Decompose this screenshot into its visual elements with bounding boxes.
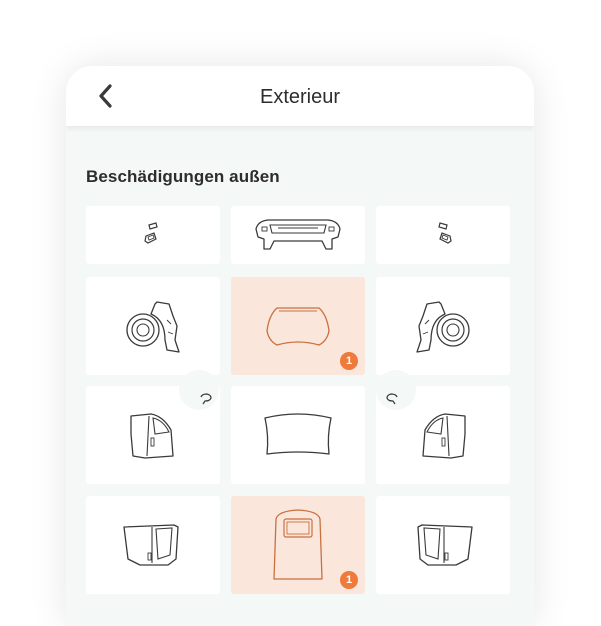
left-mirror-icon — [144, 222, 158, 244]
left-front-door-icon — [130, 413, 174, 459]
left-side-panel-icon — [123, 524, 179, 566]
tile-roof[interactable]: 1 — [231, 496, 365, 594]
tile-hood[interactable]: 1 — [231, 277, 365, 375]
tile-windshield[interactable] — [231, 386, 365, 484]
right-side-panel-icon — [417, 524, 473, 566]
right-front-door-icon — [422, 413, 466, 459]
damage-count-badge: 1 — [340, 352, 358, 370]
tile-left-front-wheel[interactable] — [86, 277, 220, 375]
page-title: Exterieur — [259, 86, 341, 108]
tile-front-bumper[interactable] — [231, 206, 365, 264]
tile-right-mirror[interactable] — [376, 206, 510, 264]
left-mirror-mini-icon — [200, 393, 212, 405]
tile-right-front-wheel[interactable] — [376, 277, 510, 375]
hood-icon — [266, 307, 330, 346]
section-title: Beschädigungen außen — [86, 167, 280, 186]
tile-right-side-panel[interactable] — [376, 496, 510, 594]
phone-frame: Exterieur Beschädigungen außen 1 1 — [66, 66, 534, 626]
windshield-icon — [264, 413, 332, 455]
tile-left-mirror[interactable] — [86, 206, 220, 264]
left-front-wheel-icon — [126, 301, 180, 353]
roof-icon — [273, 509, 323, 580]
front-bumper-icon — [255, 219, 341, 250]
right-front-wheel-icon — [416, 301, 470, 353]
right-mirror-icon — [438, 222, 452, 244]
app-header: Exterieur — [66, 66, 534, 126]
damage-count-badge: 1 — [340, 571, 358, 589]
right-mirror-mini-icon — [386, 393, 398, 405]
tile-left-side-panel[interactable] — [86, 496, 220, 594]
